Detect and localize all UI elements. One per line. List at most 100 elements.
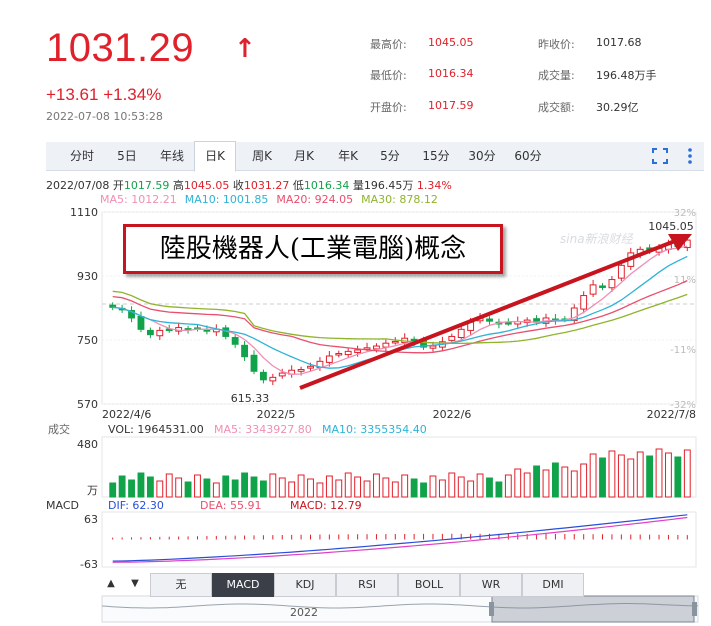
indicator-tab-2[interactable]: MACD: [212, 573, 274, 597]
candle-body: [335, 353, 343, 356]
candle-body: [382, 342, 390, 348]
candle-body: [608, 279, 616, 289]
navigator-window: [491, 595, 695, 623]
macd-tick-top: 63: [84, 513, 98, 526]
candle-body: [146, 329, 154, 336]
volume-tick-top: 480: [77, 438, 98, 451]
candle-body: [448, 335, 456, 341]
price-tick-label: 570: [77, 398, 98, 411]
volume-bar: [307, 478, 314, 498]
indicator-tabs: 无 MACD KDJ RSI BOLL WR DMI: [150, 573, 600, 597]
volume-bar: [646, 455, 654, 498]
volume-bar: [438, 479, 446, 498]
volume-bar: [335, 479, 343, 498]
volume-bar: [420, 482, 427, 498]
candle-body: [269, 376, 277, 382]
volume-bar: [288, 481, 296, 498]
price-tick-label: 1110: [70, 206, 98, 219]
volume-bar: [297, 474, 305, 498]
volume-bar: [542, 469, 550, 498]
volume-bar: [457, 476, 465, 498]
volume-bar: [401, 474, 409, 498]
volume-bar: [203, 478, 211, 498]
volume-bar: [165, 473, 173, 498]
date-label: 2022/6: [433, 408, 472, 421]
navigator-handle-right: [692, 602, 697, 616]
volume-bar: [551, 462, 559, 498]
volume-bar: [570, 470, 578, 498]
annotation-box: 陸股機器人(工業電腦)概念: [123, 224, 503, 274]
candle-body: [580, 295, 588, 310]
volume-bar: [599, 457, 606, 498]
volume-label: 成交: [48, 422, 70, 436]
macd-label: MACD: [46, 499, 79, 512]
volume-bar: [429, 475, 437, 498]
volume-bar: [194, 474, 201, 498]
pct-tick-label: 11%: [674, 275, 696, 286]
volume-bar: [128, 479, 135, 498]
candle-body: [504, 322, 512, 325]
volume-bar: [533, 465, 541, 498]
volume-ma5: MA5: 3343927.80: [214, 423, 312, 436]
volume-bar: [241, 472, 249, 498]
candle-body: [457, 328, 465, 339]
scroll-up-button[interactable]: ▲: [104, 575, 118, 593]
volume-bar: [259, 480, 267, 498]
indicator-tab-7[interactable]: DMI: [522, 573, 584, 597]
price-tick-label: 930: [77, 270, 98, 283]
volume-bar: [382, 477, 390, 498]
volume-bar: [467, 480, 475, 498]
volume-bar: [617, 454, 625, 498]
scroll-down-button[interactable]: ▼: [128, 575, 142, 593]
volume-bar: [608, 450, 616, 498]
candle-body: [278, 372, 286, 377]
volume-bar: [514, 468, 522, 498]
volume-bar: [175, 477, 183, 498]
volume-bar: [363, 480, 371, 498]
volume-bar: [250, 476, 258, 498]
macd-tick-bottom: -63: [80, 558, 98, 571]
indicator-tab-1[interactable]: 无: [150, 573, 212, 597]
volume-bar: [683, 449, 691, 498]
candle-body: [599, 285, 606, 288]
candle-body: [325, 355, 333, 363]
volume-unit: 万: [87, 484, 98, 497]
volume-bar: [476, 473, 484, 498]
candle-body: [307, 365, 314, 369]
candle-body: [259, 371, 267, 381]
candle-body: [250, 354, 258, 372]
candle-body: [486, 318, 493, 322]
date-label: 2022/5: [257, 408, 296, 421]
volume-bar: [269, 473, 277, 498]
date-label: 2022/4/6: [102, 408, 151, 421]
volume-bar: [504, 474, 512, 498]
volume-bar: [325, 475, 333, 498]
indicator-tab-4[interactable]: RSI: [336, 573, 398, 597]
candle-body: [344, 350, 352, 356]
volume-bar: [391, 481, 399, 498]
high-annotation: 1045.05: [648, 220, 694, 233]
volume-bar: [146, 476, 154, 498]
volume-bar: [655, 448, 663, 498]
volume-bar: [222, 475, 230, 498]
volume-bar: [486, 477, 493, 498]
pct-tick-label: 32%: [674, 208, 696, 219]
volume-bar: [344, 472, 352, 498]
macd-dif-line: [112, 514, 688, 562]
indicator-tab-5[interactable]: BOLL: [398, 573, 460, 597]
volume-bar: [354, 476, 362, 498]
volume-bar: [118, 475, 126, 498]
price-tick-label: 750: [77, 334, 98, 347]
volume-ma10: MA10: 3355354.40: [322, 423, 427, 436]
volume-bar: [410, 478, 418, 498]
candle-body: [156, 329, 164, 337]
volume-bar: [212, 482, 220, 498]
indicator-tab-6[interactable]: WR: [460, 573, 522, 597]
volume-bar: [448, 472, 456, 498]
volume-value: VOL: 1964531.00: [108, 423, 204, 436]
volume-bar: [561, 466, 569, 498]
macd-dea: DEA: 55.91: [200, 499, 261, 512]
pct-tick-label: -11%: [670, 345, 696, 356]
indicator-tab-3[interactable]: KDJ: [274, 573, 336, 597]
low-annotation: 615.33: [231, 392, 270, 405]
